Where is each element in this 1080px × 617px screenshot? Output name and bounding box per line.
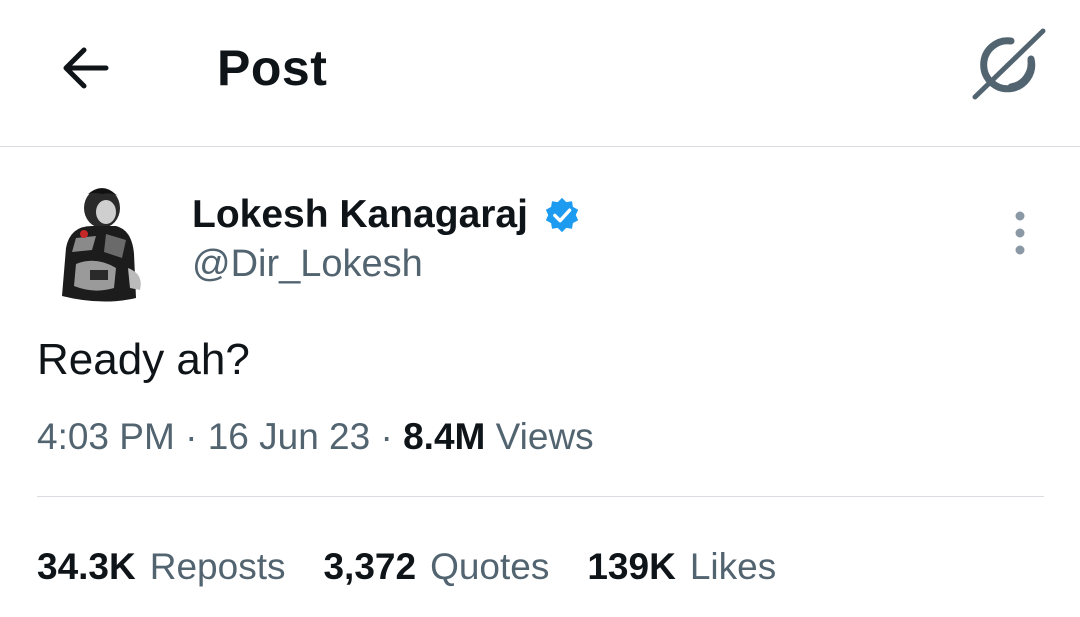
more-options-button[interactable]	[1000, 205, 1040, 261]
arrow-left-icon	[63, 47, 109, 89]
separator: ·	[380, 416, 393, 457]
reposts-count: 34.3K	[37, 546, 136, 587]
top-app-bar: Post	[0, 0, 1080, 147]
grok-icon	[972, 28, 1046, 100]
post-metadata: 4:03 PM · 16 Jun 23 · 8.4M Views	[37, 412, 594, 462]
post-text: Ready ah?	[37, 335, 250, 384]
reposts-stat[interactable]: 34.3K Reposts	[37, 542, 285, 592]
views-label[interactable]: Views	[496, 416, 594, 457]
post-date[interactable]: 16 Jun 23	[208, 416, 371, 457]
engagement-stats: 34.3K Reposts 3,372 Quotes 139K Likes	[37, 542, 814, 592]
author-handle[interactable]: @Dir_Lokesh	[192, 240, 423, 288]
quotes-count: 3,372	[323, 546, 417, 587]
quotes-label: Quotes	[430, 546, 550, 587]
divider	[37, 496, 1044, 497]
likes-count: 139K	[587, 546, 676, 587]
post-time[interactable]: 4:03 PM	[37, 416, 175, 457]
page-title: Post	[217, 40, 328, 96]
post-detail-page: Post Lokesh Kanagaraj @Dir_Lokesh Ready …	[0, 0, 1080, 617]
likes-label: Likes	[689, 546, 777, 587]
avatar[interactable]	[36, 178, 156, 308]
quotes-stat[interactable]: 3,372 Quotes	[323, 542, 549, 592]
reposts-label: Reposts	[149, 546, 286, 587]
author-name[interactable]: Lokesh Kanagaraj	[192, 191, 528, 239]
views-count[interactable]: 8.4M	[403, 416, 485, 457]
back-button[interactable]	[52, 34, 116, 98]
more-vertical-icon	[1015, 211, 1025, 255]
likes-stat[interactable]: 139K Likes	[587, 542, 776, 592]
separator: ·	[185, 416, 198, 457]
grok-button[interactable]	[968, 24, 1050, 104]
avatar-image	[62, 188, 141, 302]
verified-badge-icon	[545, 197, 579, 233]
